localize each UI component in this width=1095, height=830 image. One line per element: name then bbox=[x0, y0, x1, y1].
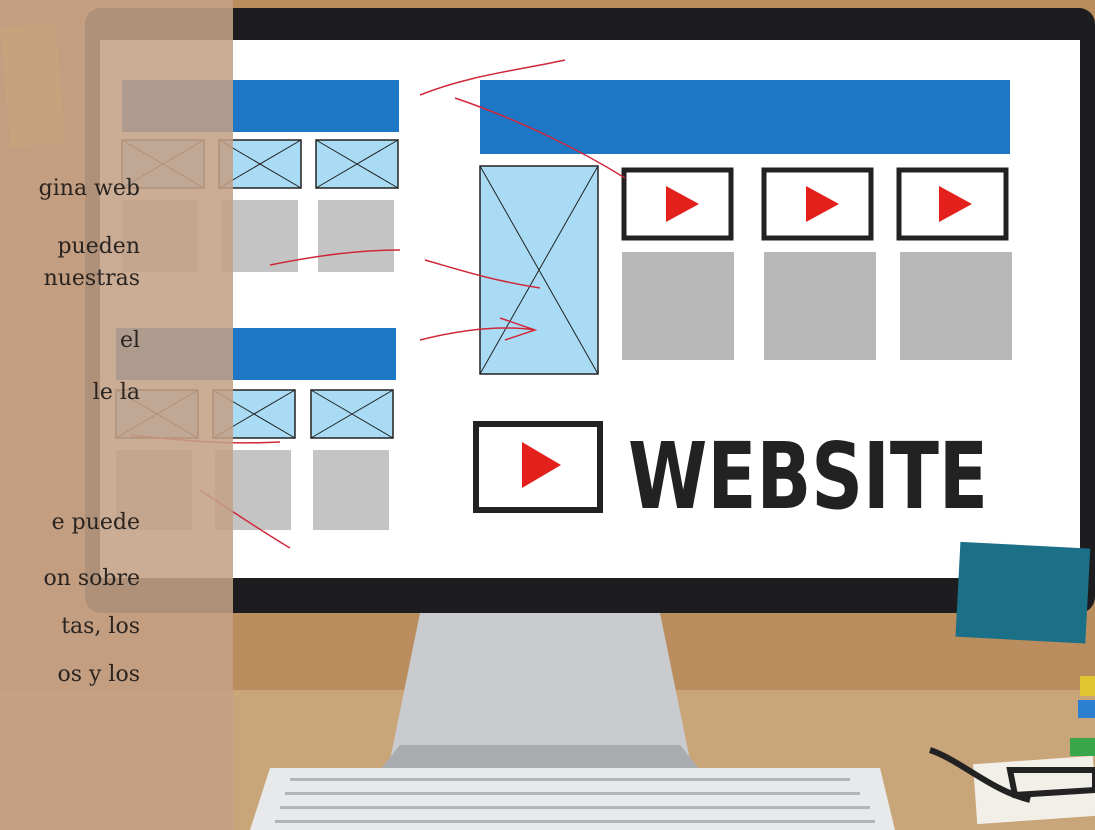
video-player bbox=[761, 167, 874, 241]
overlay-text-line: el bbox=[119, 328, 140, 353]
website-headline: WEBSITE bbox=[628, 423, 988, 530]
sticky-stack-blue bbox=[1078, 700, 1095, 718]
overlay-text-line: gina web bbox=[38, 176, 140, 201]
image-placeholder-icon bbox=[479, 165, 599, 375]
overlay-text-line: nuestras bbox=[43, 266, 140, 291]
monitor-stand bbox=[390, 613, 690, 760]
monitor-stand-shadow bbox=[380, 745, 700, 770]
overlay-text-line: tas, los bbox=[61, 614, 140, 639]
keyboard bbox=[250, 768, 895, 830]
sticky-stack-yellow bbox=[1080, 676, 1095, 696]
overlay-text-line: le la bbox=[92, 380, 140, 405]
overlay-text-line: on sobre bbox=[43, 566, 140, 591]
sticky-stack-green bbox=[1070, 738, 1095, 756]
sticky-note-teal bbox=[955, 541, 1091, 644]
overlay-text-line: os y los bbox=[57, 662, 140, 687]
overlay-text-line: pueden bbox=[57, 234, 140, 259]
image-placeholder-icon bbox=[310, 389, 394, 439]
video-player-large bbox=[473, 421, 603, 513]
placeholder-text-blocks bbox=[622, 252, 1012, 360]
overlay-text-line: e puede bbox=[51, 510, 140, 535]
video-player bbox=[621, 167, 734, 241]
video-player bbox=[896, 167, 1009, 241]
header-bar bbox=[480, 80, 1010, 154]
text-overlay-panel: gina web pueden nuestras el le la e pued… bbox=[0, 0, 233, 830]
image-placeholder-icon bbox=[315, 139, 399, 189]
